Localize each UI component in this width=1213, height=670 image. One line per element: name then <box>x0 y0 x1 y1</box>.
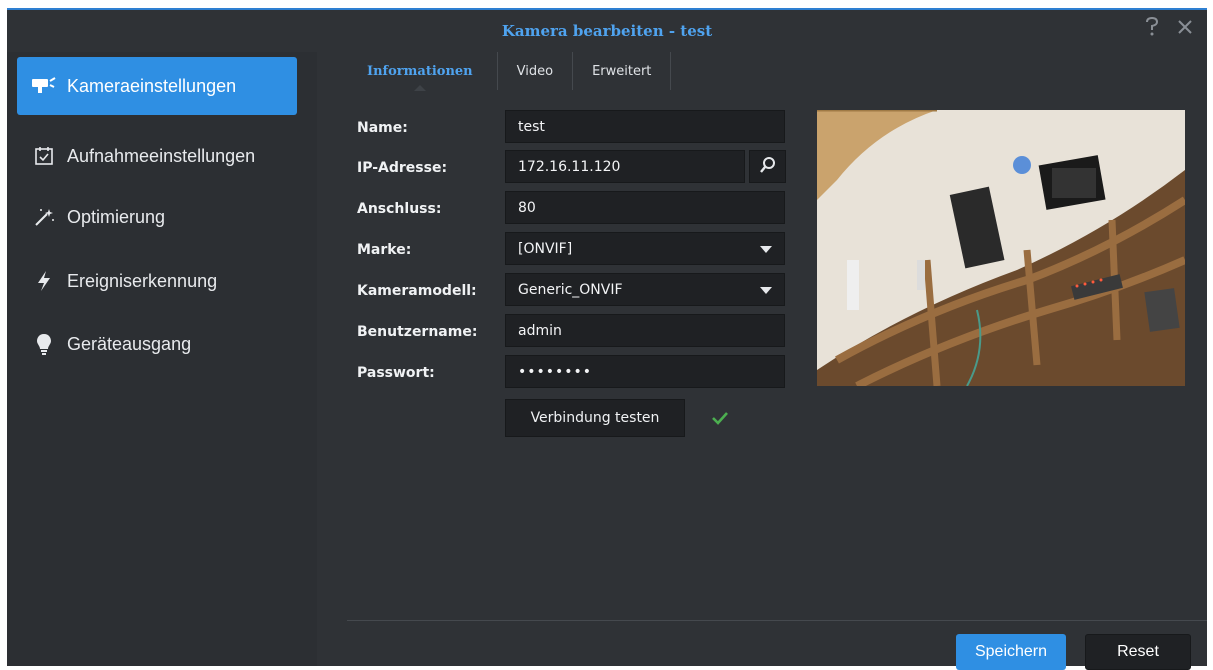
sidebar-item-label: Kameraeinstellungen <box>67 75 237 96</box>
calendar-check-icon <box>31 144 57 168</box>
username-label: Benutzername: <box>357 324 478 340</box>
password-field[interactable]: •••••••• <box>505 355 785 388</box>
tab-information[interactable]: Informationen <box>343 52 498 91</box>
model-select[interactable]: Generic_ONVIF <box>505 273 785 306</box>
port-label: Anschluss: <box>357 201 442 217</box>
ip-address-field[interactable]: 172.16.11.120 <box>505 150 745 183</box>
username-field[interactable]: admin <box>505 314 785 347</box>
username-value: admin <box>518 322 562 339</box>
close-icon[interactable] <box>1177 17 1193 42</box>
sidebar-item-label: Ereigniserkennung <box>67 270 218 291</box>
sidebar-item-label: Optimierung <box>67 206 166 227</box>
sidebar-item-camera-settings[interactable]: Kameraeinstellungen <box>17 57 297 115</box>
sidebar: Kameraeinstellungen Aufnahmeeinstellunge… <box>7 52 317 666</box>
search-icon <box>759 156 777 178</box>
title-bar: Kamera bearbeiten - test <box>7 10 1207 52</box>
model-value: Generic_ONVIF <box>518 281 623 298</box>
edit-camera-dialog: Kamera bearbeiten - test Kameraeinstellu… <box>7 8 1207 670</box>
port-value: 80 <box>518 199 536 216</box>
brand-value: [ONVIF] <box>518 240 573 257</box>
bulb-icon <box>31 332 57 356</box>
name-value: test <box>518 118 545 135</box>
lightning-icon <box>31 269 57 293</box>
reset-button[interactable]: Reset <box>1085 634 1191 670</box>
checkmark-icon <box>711 410 729 429</box>
main-panel: Informationen Video Erweitert Name: test… <box>319 52 1207 670</box>
name-field[interactable]: test <box>505 110 785 143</box>
active-tab-indicator <box>413 85 426 91</box>
camera-preview-image <box>817 110 1185 386</box>
password-label: Passwort: <box>357 365 435 381</box>
save-button[interactable]: Speichern <box>956 634 1066 670</box>
tab-label: Informationen <box>367 63 473 79</box>
tab-advanced[interactable]: Erweitert <box>573 52 672 90</box>
tab-bar: Informationen Video Erweitert <box>343 52 672 91</box>
sidebar-item-device-output[interactable]: Geräteausgang <box>17 315 297 373</box>
ip-value: 172.16.11.120 <box>518 158 621 175</box>
magic-wand-icon <box>31 205 57 229</box>
port-field[interactable]: 80 <box>505 191 785 224</box>
sidebar-item-optimization[interactable]: Optimierung <box>17 188 297 246</box>
name-label: Name: <box>357 120 408 136</box>
camera-icon <box>31 74 57 98</box>
sidebar-item-label: Aufnahmeeinstellungen <box>67 145 256 166</box>
help-icon[interactable] <box>1145 16 1159 42</box>
tab-video[interactable]: Video <box>498 52 574 90</box>
dialog-title: Kamera bearbeiten - test <box>501 22 713 40</box>
footer-divider <box>347 620 1207 621</box>
chevron-down-icon <box>760 287 772 294</box>
sidebar-item-recording-settings[interactable]: Aufnahmeeinstellungen <box>17 127 297 185</box>
sidebar-item-event-detection[interactable]: Ereigniserkennung <box>17 252 297 310</box>
brand-label: Marke: <box>357 242 412 258</box>
tab-label: Video <box>516 63 554 79</box>
password-value: •••••••• <box>518 363 593 380</box>
chevron-down-icon <box>760 246 772 253</box>
ip-search-button[interactable] <box>749 150 786 183</box>
tab-label: Erweitert <box>592 63 652 79</box>
sidebar-item-label: Geräteausgang <box>67 333 192 354</box>
test-connection-button[interactable]: Verbindung testen <box>505 399 685 437</box>
ip-label: IP-Adresse: <box>357 160 448 176</box>
brand-select[interactable]: [ONVIF] <box>505 232 785 265</box>
model-label: Kameramodell: <box>357 283 477 299</box>
